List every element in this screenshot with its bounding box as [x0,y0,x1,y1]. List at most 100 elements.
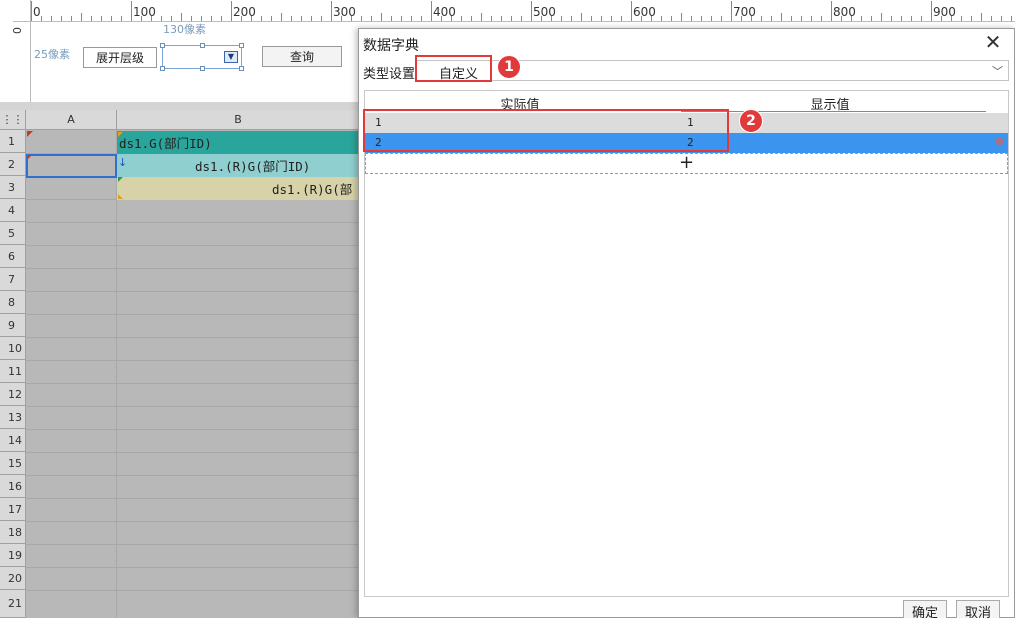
resize-handle[interactable] [239,66,244,71]
expand-level-label[interactable]: 展开层级 [83,47,157,68]
dropdown-icon[interactable]: ▼ [224,51,238,63]
resize-handle[interactable] [160,43,165,48]
resize-handle[interactable] [239,43,244,48]
ruler-tick [291,16,292,21]
ruler-tick [121,16,122,21]
ruler-tick [931,1,932,21]
row-header[interactable]: 12 [0,383,26,406]
ruler-tick [751,16,752,21]
ruler-label: 800 [833,5,856,19]
ruler-tick [551,16,552,21]
resize-handle[interactable] [200,66,205,71]
row-header[interactable]: 15 [0,452,26,475]
select-all-corner[interactable]: ⋮⋮ [0,110,26,130]
annotation-box-2 [363,109,729,152]
row-header[interactable]: 7 [0,268,26,291]
ruler-tick [741,16,742,21]
row-divider [26,521,360,522]
row-divider [26,245,360,246]
ruler-tick [451,16,452,21]
ruler-tick [211,16,212,21]
ruler-tick [881,13,882,21]
ruler-label: 0 [11,27,24,34]
cell-b1[interactable]: ds1.G(部门ID) [117,131,360,154]
row-header[interactable]: 2 [0,153,26,176]
ruler-tick [771,16,772,21]
row-divider [26,498,360,499]
row-divider [26,590,360,591]
row-header[interactable]: 10 [0,337,26,360]
width-hint: 130像素 [163,23,206,36]
ruler-tick [411,16,412,21]
ruler-tick [501,16,502,21]
resize-handle[interactable] [200,43,205,48]
ruler-tick [781,13,782,21]
row-header[interactable]: 1 [0,130,26,153]
add-row-button[interactable]: + [365,153,1008,174]
ruler-tick [691,16,692,21]
row-header[interactable]: 16 [0,475,26,498]
row-header[interactable]: 20 [0,567,26,590]
row-header[interactable]: 18 [0,521,26,544]
ruler-tick [541,16,542,21]
close-icon[interactable]: ✕ [982,32,1004,54]
ruler-tick [621,16,622,21]
ruler-tick [761,16,762,21]
row-header[interactable]: 19 [0,544,26,567]
cell-b2[interactable]: ds1.(R)G(部门ID) [117,154,360,177]
ruler-tick [81,13,82,21]
column-header-b[interactable]: B [117,110,360,130]
cancel-button[interactable]: 取消 [956,600,1000,618]
ruler-tick [161,16,162,21]
combo-widget[interactable]: ▼ [160,43,244,71]
spreadsheet[interactable]: ⋮⋮ A B 1 2 3 4 5 6 7 8 9 10 11 12 13 14 … [0,110,360,618]
ruler-tick [301,16,302,21]
ruler-tick [961,16,962,21]
row-header[interactable]: 4 [0,199,26,222]
ruler-tick [31,1,32,21]
cell-b3[interactable]: ds1.(R)G(部 [117,177,360,200]
ruler-label: 600 [633,5,656,19]
ruler-tick [141,16,142,21]
row-header[interactable]: 11 [0,360,26,383]
cell-marker-icon [118,194,123,199]
ruler-tick [991,16,992,21]
ruler-tick [921,16,922,21]
ruler-tick [461,16,462,21]
ruler-label: 0 [33,5,41,19]
ruler-tick [521,16,522,21]
sheet-toolbar-strip [0,102,360,110]
row-header[interactable]: 3 [0,176,26,199]
ruler-tick [601,16,602,21]
dictionary-table: 实际值 显示值 1 1 2 2 ⊗ + [364,90,1009,597]
ruler-tick [431,1,432,21]
column-header-display: 显示值 [810,98,850,113]
horizontal-ruler: 0 100 200 300 400 500 600 700 800 900 [31,0,1015,22]
chevron-down-icon[interactable]: ﹀ [992,63,1003,79]
ruler-tick [381,13,382,21]
ok-button[interactable]: 确定 [903,600,947,618]
ruler-tick [581,13,582,21]
ruler-tick [441,16,442,21]
column-header-a[interactable]: A [26,110,117,130]
row-header[interactable]: 6 [0,245,26,268]
selected-cell-a2[interactable] [26,154,117,178]
row-header[interactable]: 8 [0,291,26,314]
ruler-tick [911,16,912,21]
expand-down-icon: ↓ [118,156,128,169]
row-header[interactable]: 21 [0,590,26,618]
ruler-corner [13,0,31,22]
row-header[interactable]: 9 [0,314,26,337]
row-header[interactable]: 14 [0,429,26,452]
resize-handle[interactable] [160,66,165,71]
ruler-tick [811,16,812,21]
row-header[interactable]: 13 [0,406,26,429]
row-header[interactable]: 5 [0,222,26,245]
row-header[interactable]: 17 [0,498,26,521]
type-setting-label: 类型设置 [363,67,416,82]
query-button[interactable]: 查询 [262,46,342,67]
row-divider [26,222,360,223]
ruler-tick [561,16,562,21]
ruler-tick [101,16,102,21]
delete-row-icon[interactable]: ⊗ [995,135,1004,148]
